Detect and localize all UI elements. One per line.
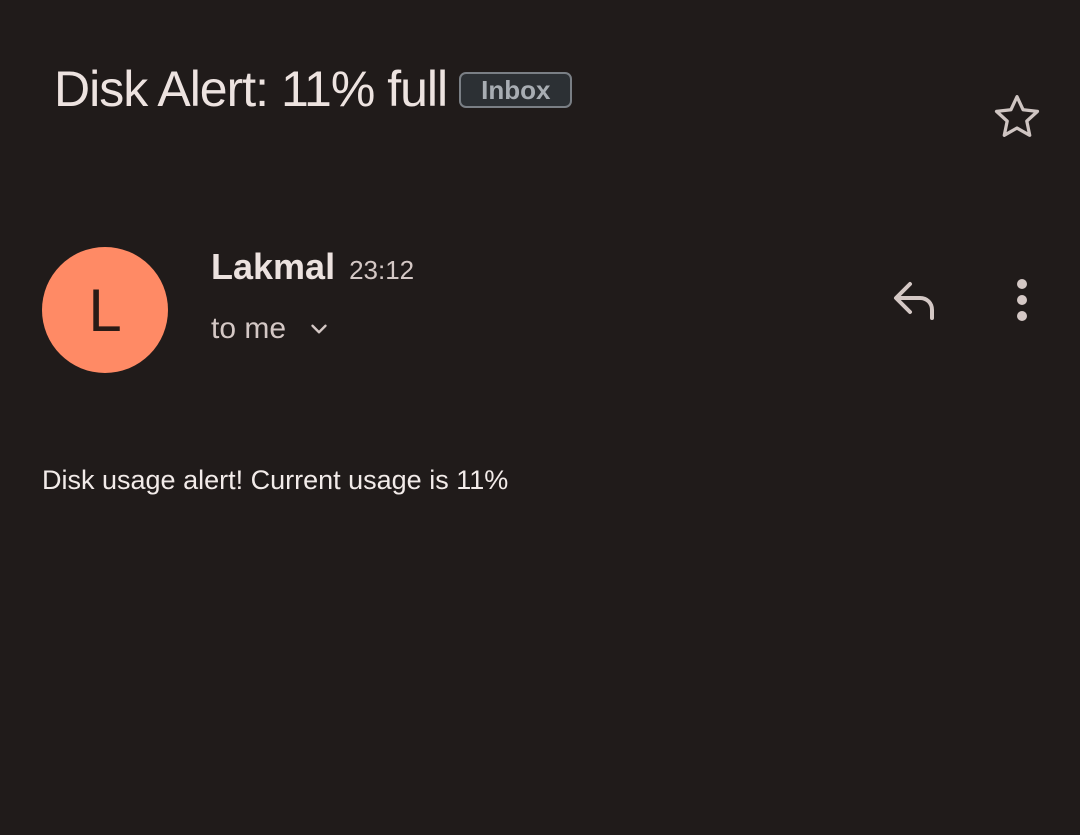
sender-row: Lakmal 23:12	[211, 246, 414, 288]
inbox-label-chip[interactable]: Inbox	[459, 72, 573, 108]
expand-details-button[interactable]	[304, 314, 334, 344]
star-button[interactable]	[988, 88, 1046, 146]
email-body: Disk usage alert! Current usage is 11%	[42, 465, 509, 495]
recipient-label: to me	[211, 312, 287, 345]
subject-row: Disk Alert: 11% full Inbox	[54, 56, 573, 122]
sender-name: Lakmal	[211, 246, 336, 287]
more-vert-icon	[1017, 279, 1027, 321]
recipient-row[interactable]: to me	[211, 312, 334, 346]
more-options-button[interactable]	[1002, 274, 1042, 326]
sent-time: 23:12	[349, 255, 415, 285]
star-outline-icon	[994, 95, 1040, 137]
reply-button[interactable]	[884, 274, 942, 326]
sender-avatar[interactable]: L	[42, 247, 168, 373]
chevron-down-icon	[311, 324, 327, 334]
reply-icon	[894, 282, 934, 320]
email-subject: Disk Alert: 11% full	[54, 61, 448, 117]
